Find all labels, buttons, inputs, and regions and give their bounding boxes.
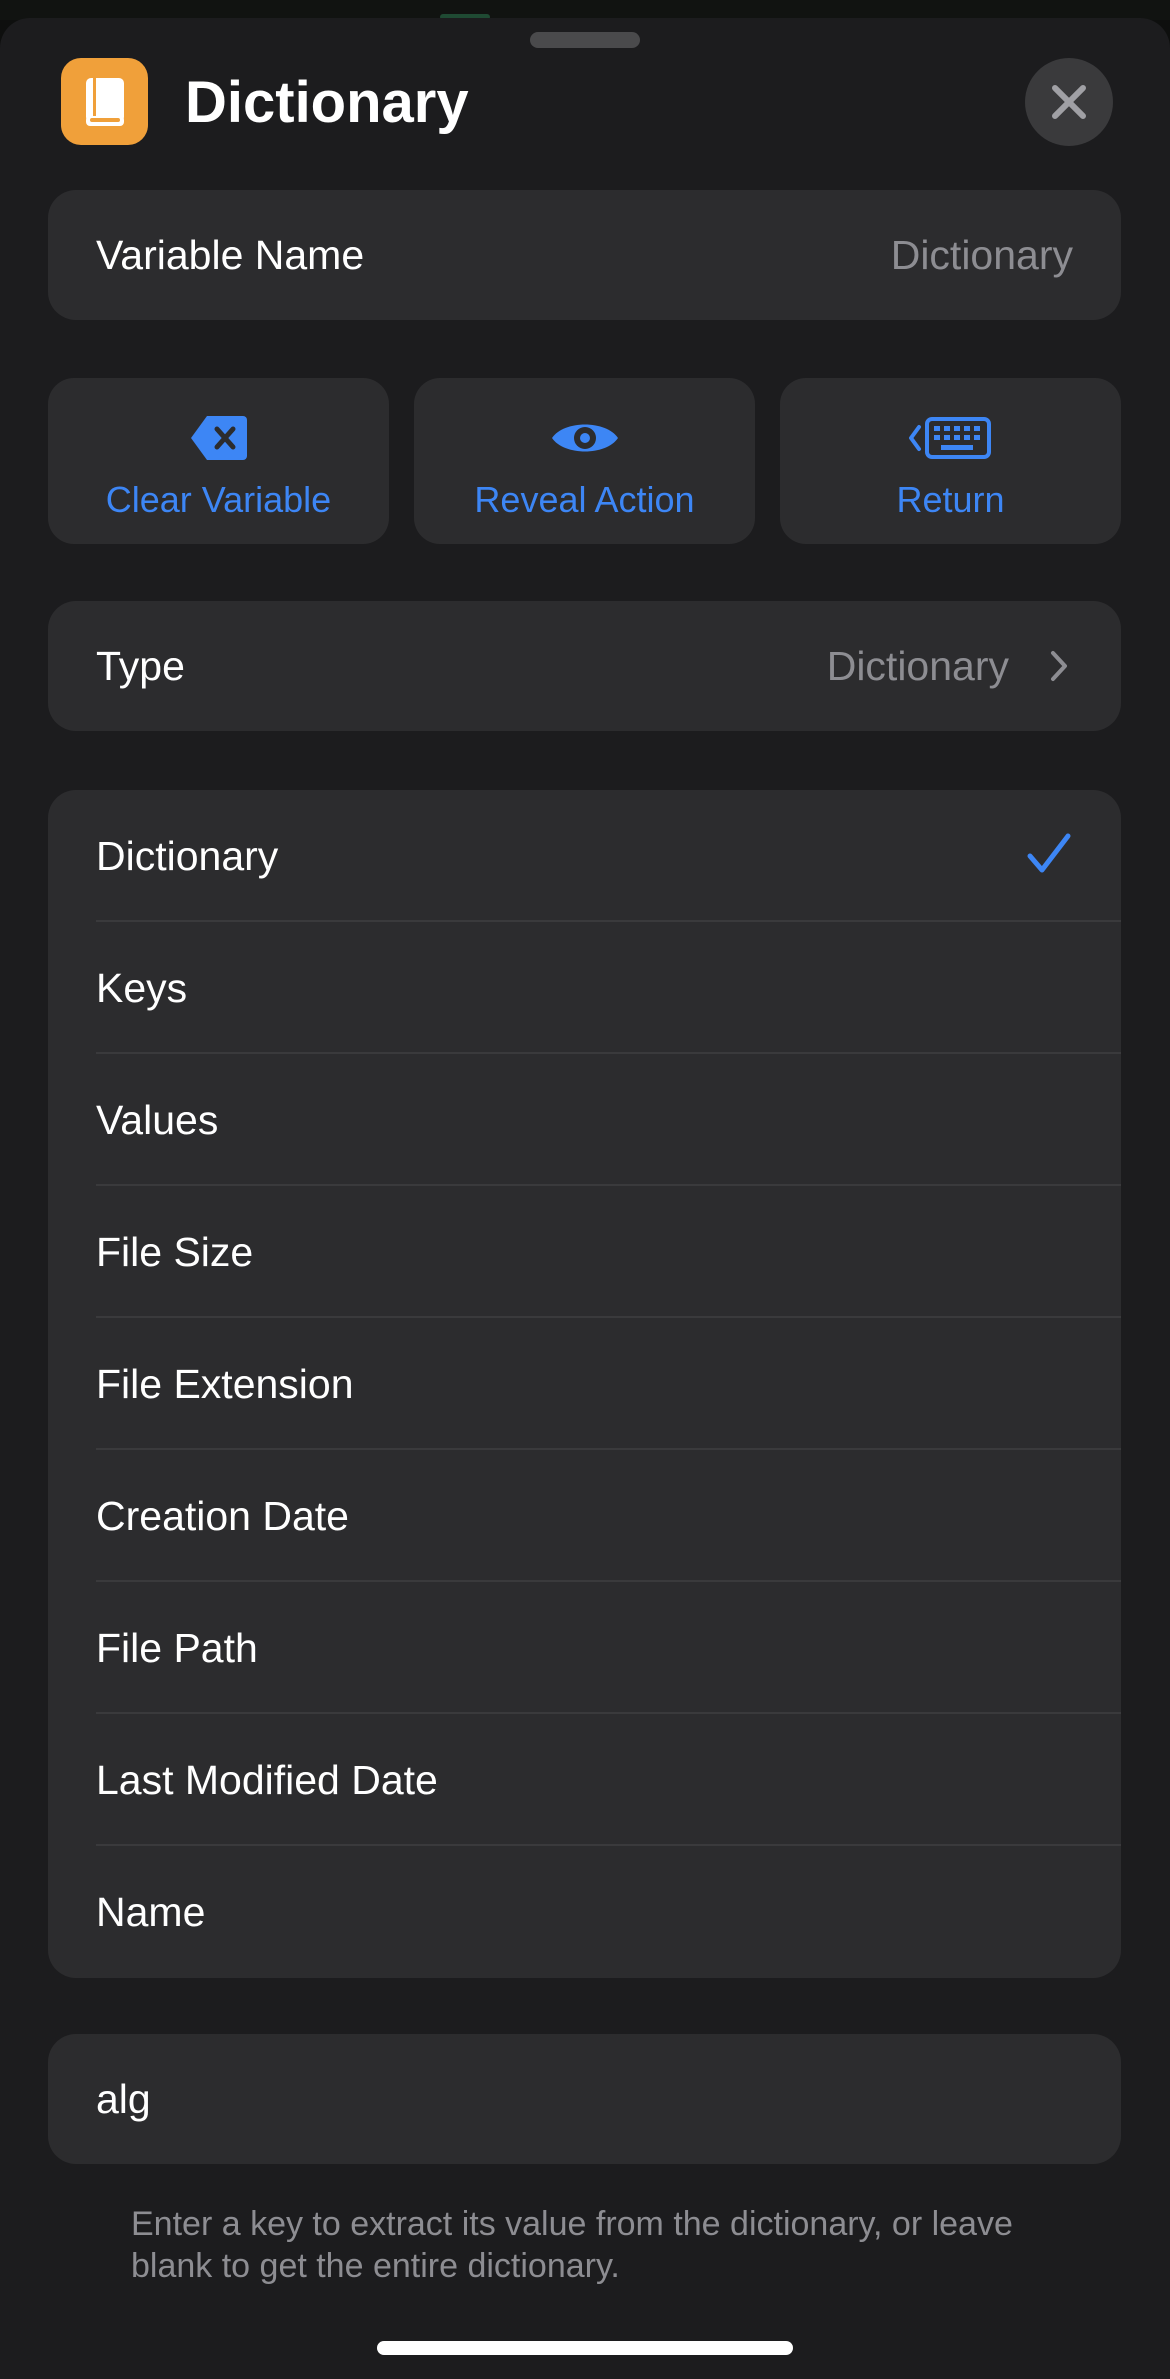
key-input[interactable]: alg	[48, 2034, 1121, 2164]
clear-variable-button[interactable]: Clear Variable	[48, 378, 389, 544]
reveal-action-label: Reveal Action	[474, 479, 695, 520]
close-button[interactable]	[1025, 58, 1113, 146]
return-label: Return	[896, 479, 1005, 520]
type-row[interactable]: Type Dictionary	[48, 601, 1121, 731]
variable-name-label: Variable Name	[96, 232, 365, 278]
list-item-label: File Extension	[96, 1361, 354, 1407]
eye-icon	[414, 408, 755, 468]
type-value: Dictionary	[826, 643, 1009, 689]
key-input-value[interactable]: alg	[96, 2074, 151, 2124]
variable-name-placeholder[interactable]: Dictionary	[891, 230, 1073, 280]
list-item[interactable]: Keys	[48, 922, 1121, 1054]
type-options-list: Dictionary Keys Values File Size File Ex…	[48, 790, 1121, 1978]
list-item-label: Name	[96, 1889, 206, 1935]
reveal-action-button[interactable]: Reveal Action	[414, 378, 755, 544]
list-item-label: Keys	[96, 965, 188, 1011]
sheet-grabber[interactable]	[530, 32, 640, 48]
list-item-label: Creation Date	[96, 1493, 349, 1539]
variable-name-field[interactable]: Variable Name Dictionary	[48, 190, 1121, 320]
key-hint-text: Enter a key to extract its value from th…	[131, 2205, 1013, 2285]
delete-left-icon	[48, 408, 389, 468]
list-item-label: File Size	[96, 1229, 254, 1275]
list-item[interactable]: Values	[48, 1054, 1121, 1186]
clear-variable-label: Clear Variable	[105, 479, 332, 520]
sheet-title: Dictionary	[185, 70, 469, 135]
type-label: Type	[96, 643, 185, 689]
book-icon	[61, 58, 148, 145]
list-item[interactable]: Name	[48, 1846, 1121, 1978]
list-item[interactable]: File Extension	[48, 1318, 1121, 1450]
list-item[interactable]: File Size	[48, 1186, 1121, 1318]
keyboard-icon	[780, 408, 1121, 468]
list-item[interactable]: Creation Date	[48, 1450, 1121, 1582]
home-indicator	[377, 2341, 793, 2355]
list-item[interactable]: Last Modified Date	[48, 1714, 1121, 1846]
list-item[interactable]: File Path	[48, 1582, 1121, 1714]
list-item-label: Last Modified Date	[96, 1757, 438, 1803]
list-item[interactable]: Dictionary	[48, 790, 1121, 922]
detail-sheet: Dictionary Variable Name Dictionary Clea…	[0, 18, 1170, 2379]
list-item-label: File Path	[96, 1625, 258, 1671]
checkmark-icon	[1027, 833, 1071, 873]
list-item-label: Dictionary	[96, 833, 279, 879]
list-item-label: Values	[96, 1097, 219, 1143]
background-app	[0, 0, 1170, 20]
close-icon	[1052, 85, 1086, 119]
chevron-right-icon	[1051, 651, 1067, 681]
return-button[interactable]: Return	[780, 378, 1121, 544]
